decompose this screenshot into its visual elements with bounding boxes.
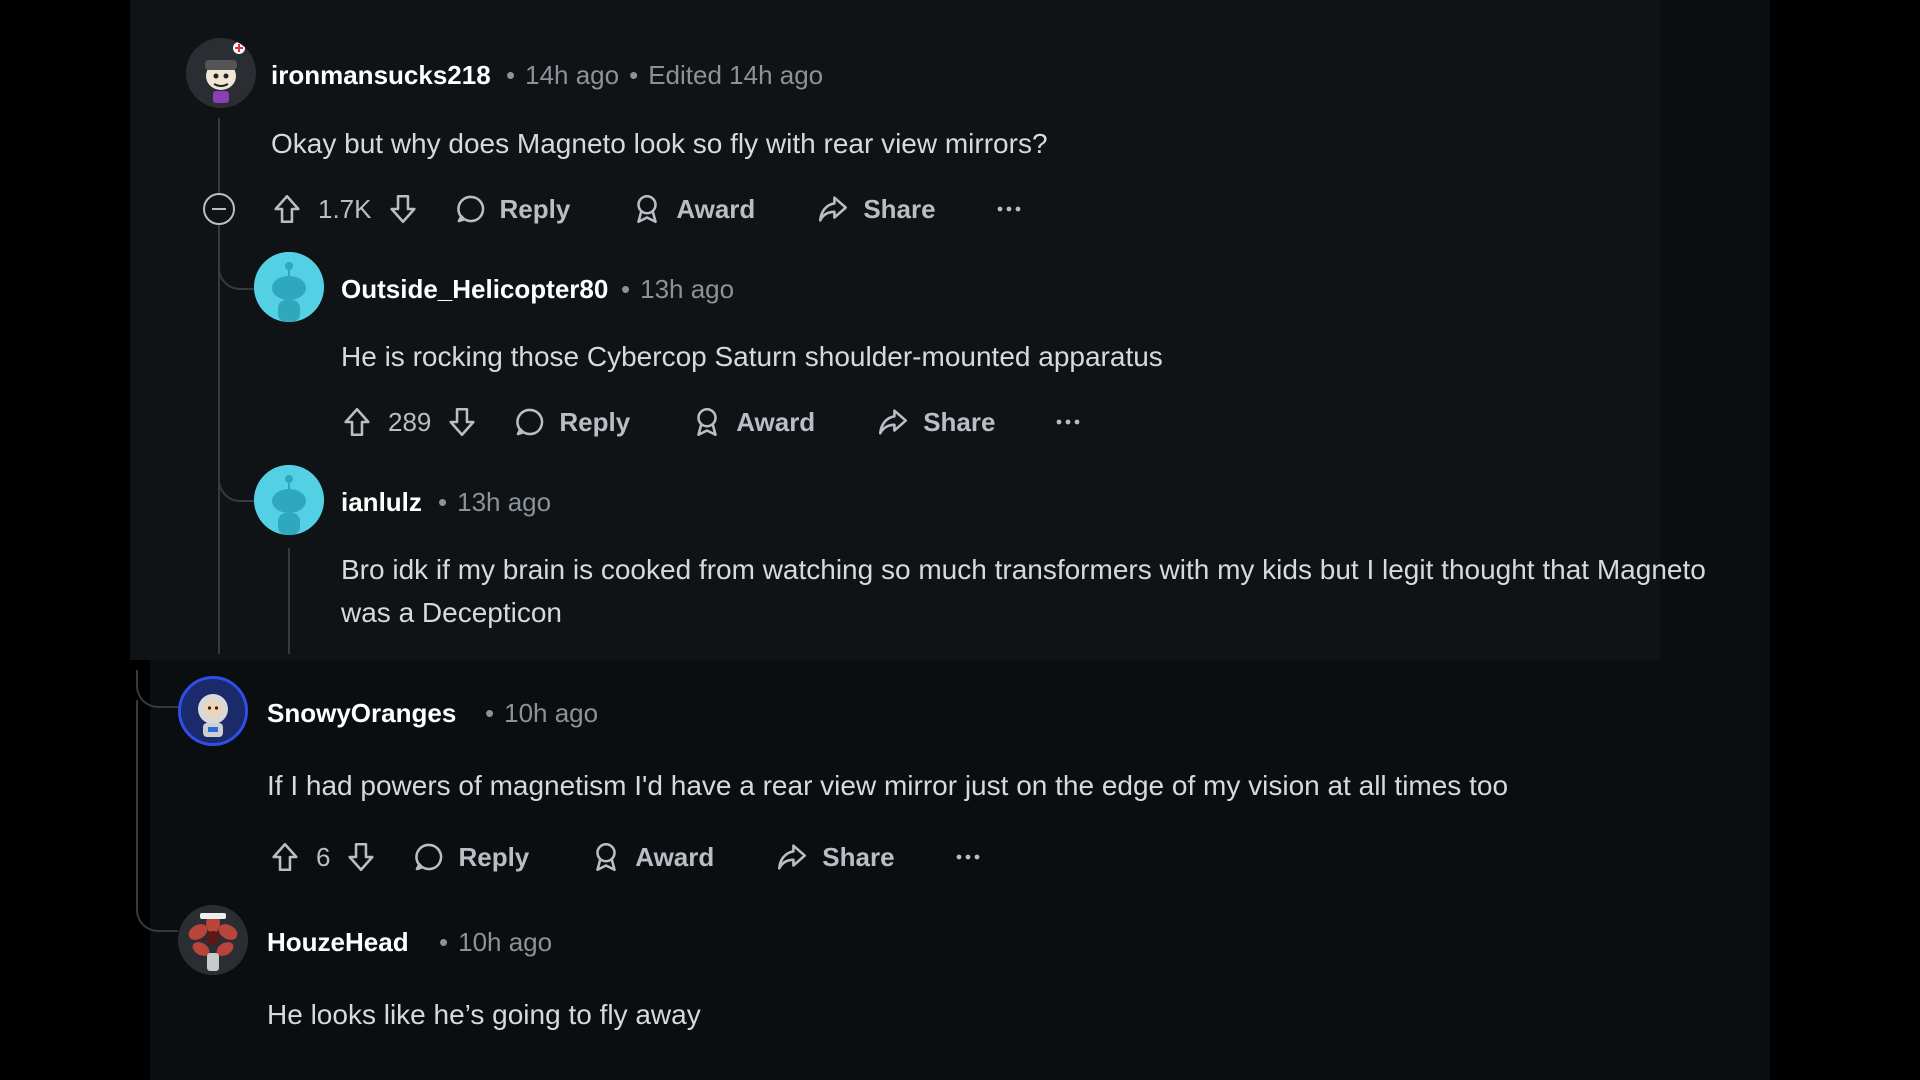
share-icon [778, 844, 807, 870]
thread-line[interactable] [288, 548, 290, 654]
comment-username[interactable]: ianlulz [341, 487, 422, 518]
comment-edited: Edited 14h ago [648, 60, 824, 90]
comment-body: Okay but why does Magneto look so fly wi… [271, 128, 1048, 159]
share-button[interactable]: Share [774, 840, 895, 874]
share-label: Share [822, 841, 895, 872]
snoo-avatar-icon[interactable] [254, 465, 324, 535]
thread-elbow [218, 230, 254, 290]
comment-actions: 289 Reply Award Share [340, 400, 1081, 444]
share-icon [879, 409, 908, 435]
vote-score: 1.7K [318, 193, 372, 224]
reply-button[interactable]: Reply [513, 405, 630, 439]
comment-time[interactable]: 14h ago [525, 60, 619, 90]
reply-label: Reply [458, 841, 530, 872]
reply-label: Reply [559, 406, 631, 437]
upvote-icon [344, 407, 370, 437]
meta-separator: • [621, 274, 631, 304]
comment-body: He looks like he’s going to fly away [267, 999, 701, 1030]
comment-body: Bro idk if my brain is cooked from watch… [341, 554, 1706, 628]
comment-body: He is rocking those Cybercop Saturn shou… [341, 341, 1163, 372]
award-label: Award [736, 406, 816, 437]
upvote-icon [272, 842, 298, 872]
award-button[interactable]: Award [589, 840, 714, 874]
comment-meta: • 13h ago [428, 487, 551, 518]
award-label: Award [676, 193, 756, 224]
share-button[interactable]: Share [815, 192, 936, 226]
more-options-button[interactable] [1055, 417, 1081, 427]
meta-separator: • [506, 60, 516, 90]
more-icon [956, 854, 979, 860]
meta-separator: • [439, 927, 449, 957]
comment-username[interactable]: HouzeHead [267, 927, 409, 958]
comment-username[interactable]: ironmansucks218 [271, 60, 491, 91]
downvote-button[interactable] [386, 192, 420, 226]
custom-avatar-icon[interactable] [186, 38, 256, 108]
more-options-button[interactable] [996, 204, 1022, 214]
thread-elbow [218, 440, 254, 502]
comment-meta: • 14h ago • Edited 14h ago [496, 60, 823, 91]
reply-button[interactable]: Reply [454, 192, 571, 226]
astronaut-avatar-icon[interactable] [178, 676, 248, 746]
downvote-icon [449, 407, 475, 437]
reply-label: Reply [499, 193, 571, 224]
upvote-button[interactable] [270, 192, 304, 226]
award-icon [637, 194, 658, 224]
share-icon [819, 196, 848, 222]
upvote-button[interactable] [340, 405, 374, 439]
comment-time[interactable]: 13h ago [457, 487, 551, 517]
comment-actions: 6 Reply Award Share [268, 835, 981, 879]
share-label: Share [863, 193, 936, 224]
comment-bubble-icon [415, 843, 443, 871]
downvote-button[interactable] [445, 405, 479, 439]
award-button[interactable]: Award [690, 405, 815, 439]
downvote-button[interactable] [344, 840, 378, 874]
comment-bubble-icon [516, 408, 544, 436]
thread-elbow [136, 870, 178, 932]
award-label: Award [635, 841, 715, 872]
comment-time[interactable]: 10h ago [458, 927, 552, 957]
meta-separator: • [438, 487, 448, 517]
share-label: Share [923, 406, 996, 437]
more-icon [1057, 419, 1080, 425]
downvote-icon [389, 194, 416, 224]
meta-separator: • [485, 698, 495, 728]
more-icon [997, 206, 1020, 212]
meta-separator: • [629, 60, 639, 90]
demogorgon-avatar-icon[interactable] [178, 905, 248, 975]
thread-elbow [136, 670, 178, 708]
comment-username[interactable]: SnowyOranges [267, 698, 456, 729]
comment-meta: • 10h ago [429, 927, 552, 958]
vote-score: 6 [316, 841, 331, 872]
award-icon [596, 842, 617, 872]
comment-time[interactable]: 13h ago [640, 274, 734, 304]
upvote-button[interactable] [268, 840, 302, 874]
comment-actions: 1.7K Reply Award Share [270, 187, 1022, 231]
share-button[interactable]: Share [875, 405, 995, 439]
comment-time[interactable]: 10h ago [504, 698, 598, 728]
thread-line[interactable] [136, 700, 138, 880]
award-icon [697, 407, 717, 437]
comment-body: If I had powers of magnetism I'd have a … [267, 770, 1509, 801]
downvote-icon [348, 842, 375, 872]
vote-score: 289 [388, 406, 432, 437]
upvote-icon [274, 194, 300, 224]
snoo-avatar-icon[interactable] [254, 252, 324, 322]
collapse-thread-button[interactable] [203, 193, 235, 225]
comment-meta: • 10h ago [475, 698, 598, 729]
award-button[interactable]: Award [630, 192, 755, 226]
comment-username[interactable]: Outside_Helicopter80 [341, 274, 608, 305]
reply-button[interactable]: Reply [412, 840, 529, 874]
comment-meta: • 13h ago [611, 274, 734, 305]
more-options-button[interactable] [955, 852, 981, 862]
comment-bubble-icon [456, 195, 484, 223]
